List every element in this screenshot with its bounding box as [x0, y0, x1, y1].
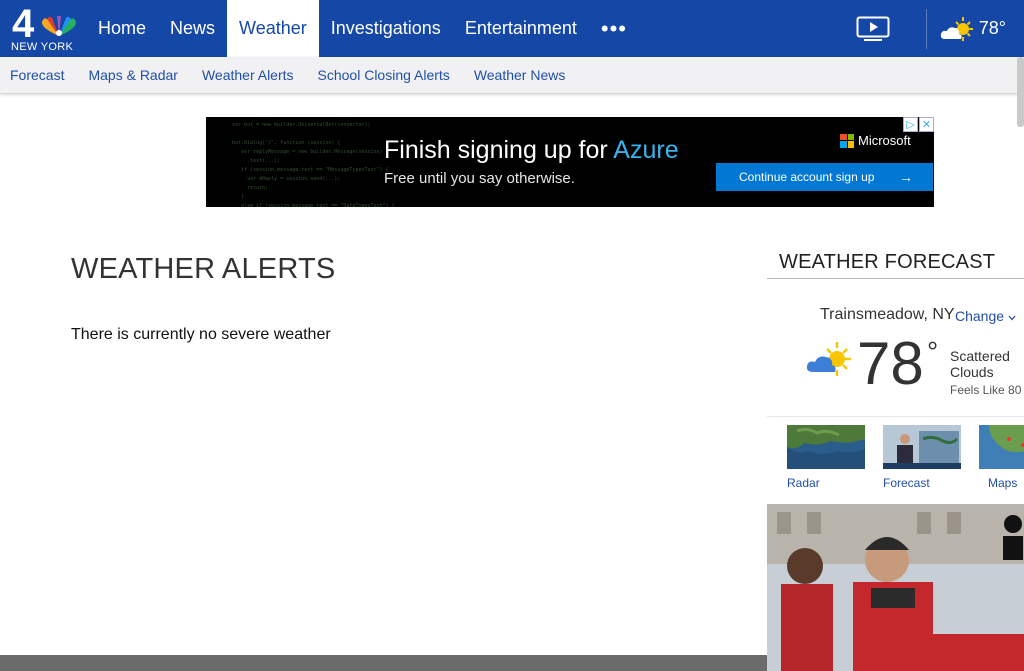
- thumb-label-forecast[interactable]: Forecast: [883, 476, 930, 490]
- ad-headline-brand: Azure: [613, 136, 679, 164]
- ad-headline-text: Finish signing up for: [384, 136, 614, 164]
- nav-item-weather[interactable]: Weather: [227, 0, 319, 57]
- sidebar-title-rule: [767, 278, 1024, 279]
- promo-image[interactable]: [767, 504, 1024, 671]
- adchoices-icon[interactable]: ▷: [903, 117, 918, 132]
- microsoft-grid-icon: [840, 133, 854, 148]
- nav-current-temp: 78°: [978, 18, 1006, 38]
- horizontal-scrollbar[interactable]: [0, 655, 767, 671]
- ad-cta-button[interactable]: Continue account sign up →: [716, 163, 933, 191]
- condition-line-2: Clouds: [950, 364, 994, 380]
- feels-like: Feels Like 80 °: [950, 383, 1024, 397]
- current-temperature: 78: [857, 330, 924, 397]
- ad-choices: ▷ ✕: [902, 117, 934, 132]
- forecast-location: Trainsmeadow, NY: [820, 306, 955, 323]
- subnav-item-school-closing-alerts[interactable]: School Closing Alerts: [318, 67, 450, 83]
- change-location-label: Change: [955, 308, 1005, 324]
- arrow-right-icon: →: [899, 169, 913, 185]
- nav-item-entertainment[interactable]: Entertainment: [453, 0, 589, 57]
- weather-subnav: Forecast Maps & Radar Weather Alerts Sch…: [0, 57, 1024, 94]
- subnav-item-maps-radar[interactable]: Maps & Radar: [88, 67, 177, 83]
- nbc-new-york-logo[interactable]: 4 NEW YORK: [0, 0, 86, 57]
- advertisement-banner[interactable]: var bot = new builder.UniversalBot(conne…: [206, 117, 934, 207]
- microsoft-logo: Microsoft: [840, 133, 911, 148]
- subnav-item-weather-alerts[interactable]: Weather Alerts: [202, 67, 294, 83]
- subnav-item-weather-news[interactable]: Weather News: [474, 67, 566, 83]
- top-nav: 4 NEW YORK Home News Weather Investigati…: [0, 0, 1024, 57]
- sidebar-separator: [767, 416, 1024, 417]
- nav-divider: [925, 8, 927, 49]
- ad-background-code-graphic: var bot = new builder.UniversalBot(conne…: [232, 122, 395, 207]
- ad-subline: Free until you say otherwise.: [384, 170, 575, 187]
- nav-right: 78°: [856, 0, 1024, 57]
- ad-close-icon[interactable]: ✕: [919, 117, 934, 132]
- nav-item-home[interactable]: Home: [86, 0, 158, 57]
- degree-symbol: °: [927, 336, 939, 367]
- chevron-down-icon: [1008, 315, 1016, 321]
- forecast-thumbnail[interactable]: [883, 425, 961, 469]
- maps-thumbnail[interactable]: [979, 425, 1024, 469]
- ad-headline: Finish signing up for Azure: [384, 136, 679, 165]
- microsoft-wordmark: Microsoft: [858, 133, 911, 148]
- thumb-label-radar[interactable]: Radar: [787, 476, 820, 490]
- radar-thumbnail[interactable]: [787, 425, 865, 469]
- weather-forecast-sidebar: WEATHER FORECAST Trainsmeadow, NY Change…: [767, 240, 1024, 671]
- nav-item-news[interactable]: News: [158, 0, 227, 57]
- change-location-link[interactable]: Change: [955, 308, 1016, 324]
- more-menu-button[interactable]: •••: [589, 0, 639, 57]
- nav-weather-widget[interactable]: 78°: [939, 15, 1006, 43]
- page-title: WEATHER ALERTS: [71, 253, 336, 285]
- peacock-icon: [41, 16, 77, 36]
- tv-video-icon[interactable]: [856, 16, 890, 42]
- no-alerts-message: There is currently no severe weather: [71, 326, 331, 343]
- vertical-scrollbar[interactable]: [1017, 57, 1024, 127]
- nav-item-investigations[interactable]: Investigations: [319, 0, 453, 57]
- ad-cta-label: Continue account sign up: [739, 170, 875, 184]
- logo-text: NEW YORK: [11, 41, 74, 53]
- main-nav: Home News Weather Investigations Enterta…: [86, 0, 639, 57]
- partly-cloudy-icon: [940, 16, 973, 41]
- condition-line-1: Scattered: [950, 348, 1010, 364]
- partly-cloudy-icon: [806, 342, 851, 376]
- thumb-label-maps[interactable]: Maps: [988, 476, 1017, 490]
- subnav-item-forecast[interactable]: Forecast: [10, 67, 64, 83]
- sidebar-title: WEATHER FORECAST: [779, 251, 996, 273]
